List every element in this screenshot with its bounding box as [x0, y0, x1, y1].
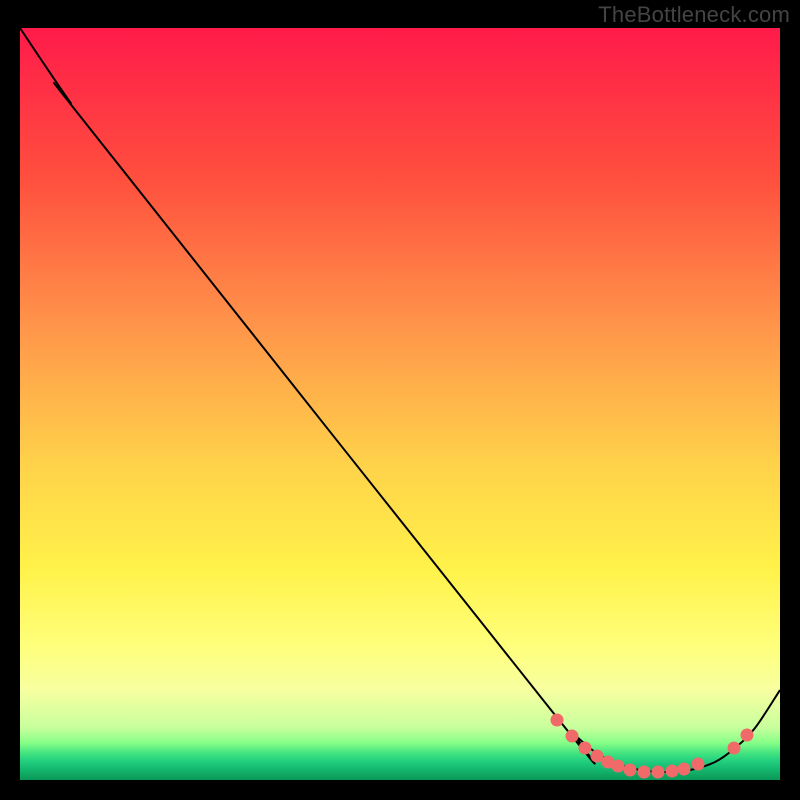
bottleneck-chart [0, 0, 800, 800]
data-marker [638, 766, 651, 779]
data-marker [566, 730, 579, 743]
data-marker [624, 764, 637, 777]
plot-area [20, 28, 780, 780]
data-marker [612, 760, 625, 773]
watermark-text: TheBottleneck.com [598, 2, 790, 28]
data-marker [551, 714, 564, 727]
data-marker [692, 758, 705, 771]
data-marker [678, 763, 691, 776]
data-marker [741, 729, 754, 742]
data-marker [652, 766, 665, 779]
data-marker [728, 742, 741, 755]
data-marker [666, 765, 679, 778]
chart-stage: TheBottleneck.com [0, 0, 800, 800]
data-marker [579, 742, 592, 755]
data-marker [591, 750, 604, 763]
